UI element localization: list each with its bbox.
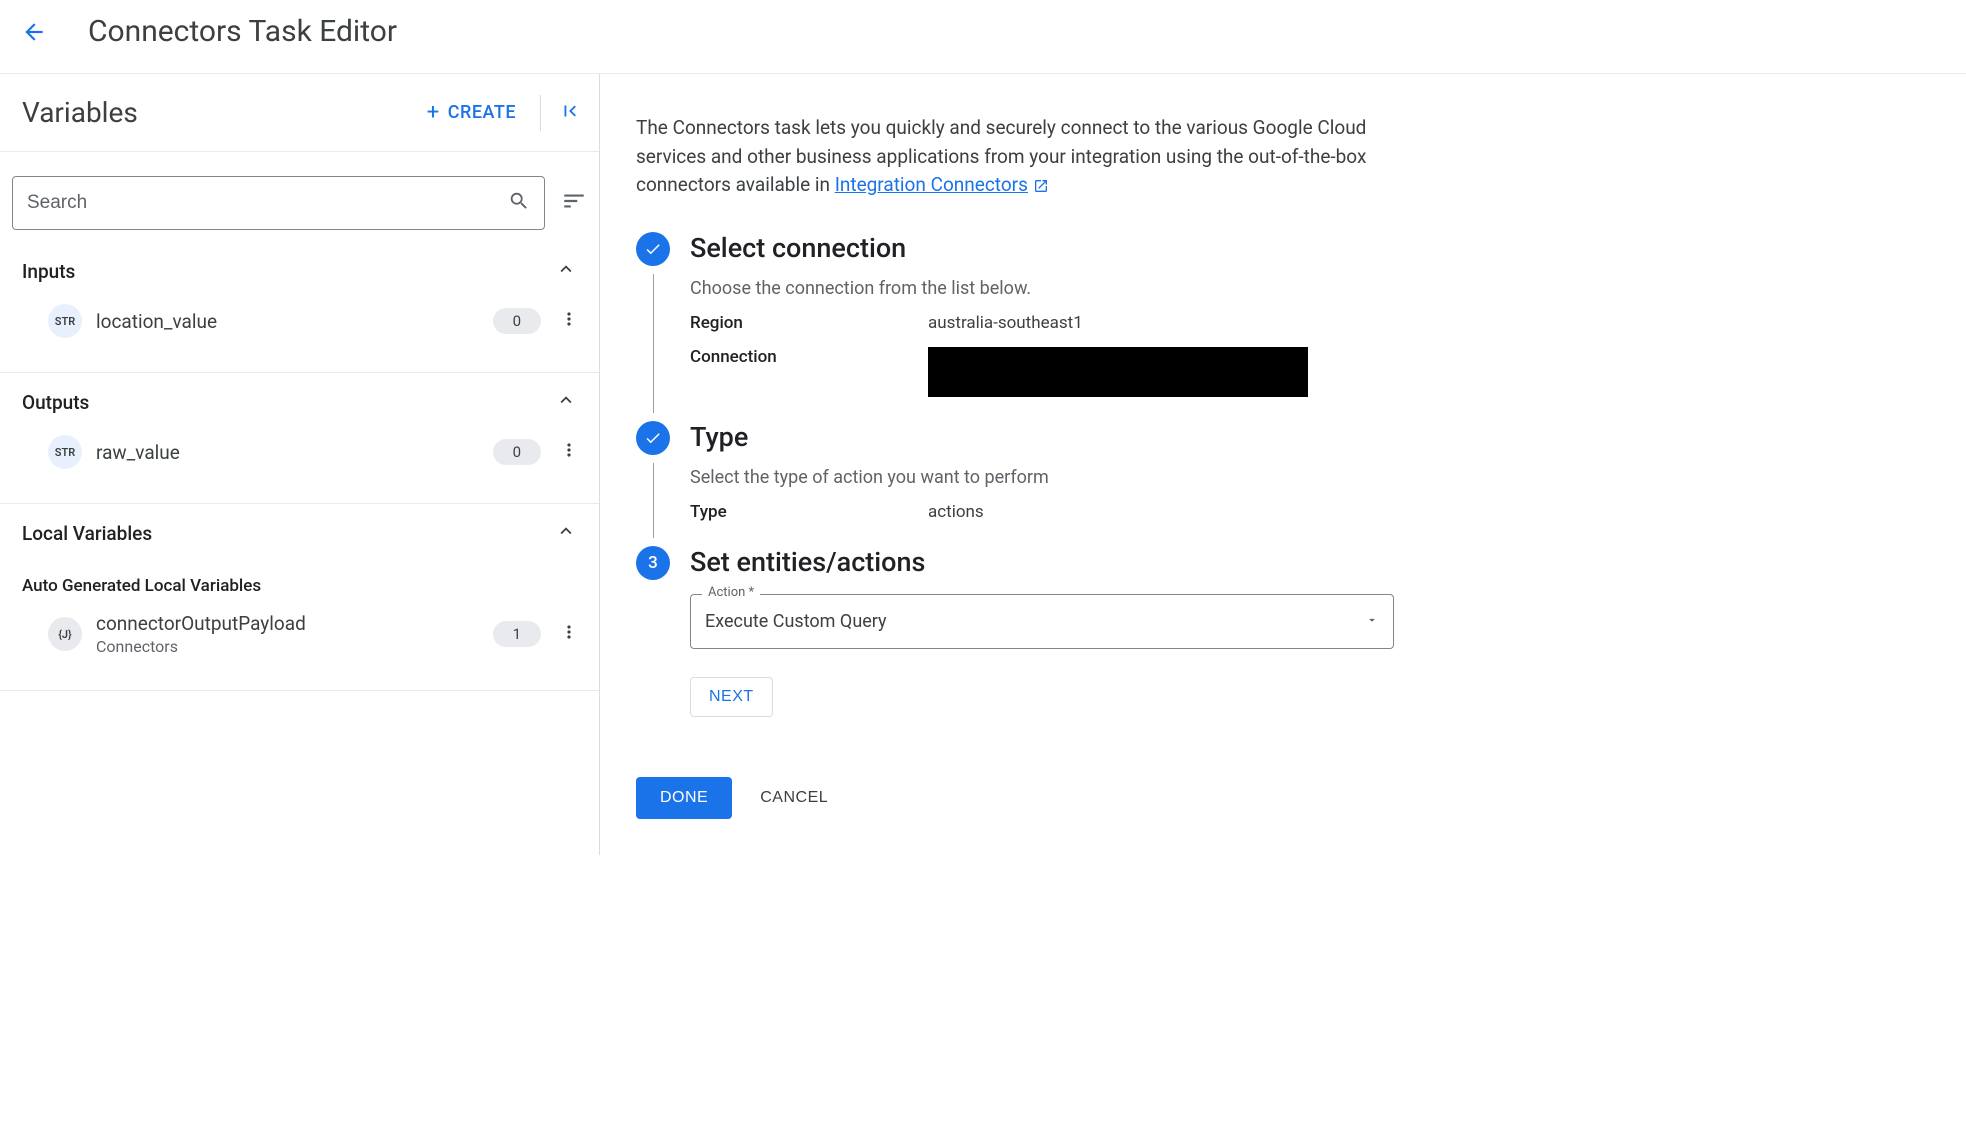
open-in-new-icon (1033, 173, 1049, 196)
local-variables-section-header[interactable]: Local Variables (0, 504, 599, 556)
intro-text: The Connectors task lets you quickly and… (636, 114, 1396, 200)
next-button[interactable]: NEXT (690, 677, 773, 717)
variable-subtitle: Connectors (96, 637, 479, 656)
auto-generated-label: Auto Generated Local Variables (0, 556, 599, 602)
variable-row[interactable]: {J} connectorOutputPayload Connectors 1 (0, 602, 599, 666)
variable-row[interactable]: STR location_value 0 (0, 294, 599, 348)
cancel-button[interactable]: CANCEL (760, 789, 828, 807)
outputs-section-header[interactable]: Outputs (0, 373, 599, 425)
check-icon (644, 429, 662, 447)
create-variable-button[interactable]: + CREATE (415, 92, 528, 133)
local-variables-label: Local Variables (22, 522, 555, 545)
step-number: 3 (636, 546, 670, 580)
search-icon (508, 190, 530, 216)
inputs-section-header[interactable]: Inputs (0, 242, 599, 294)
dropdown-caret-icon (1365, 611, 1379, 632)
action-value: Execute Custom Query (705, 611, 1365, 632)
more-vert-icon (559, 622, 579, 642)
region-label: Region (690, 313, 928, 333)
search-box[interactable] (12, 176, 545, 230)
done-button[interactable]: DONE (636, 777, 732, 819)
variable-name: connectorOutputPayload (96, 612, 479, 635)
more-vert-icon (559, 440, 579, 460)
collapse-panel-button[interactable] (553, 94, 587, 132)
step-type: Type Select the type of action you want … (636, 421, 1930, 546)
more-vert-icon (559, 309, 579, 329)
variable-more-button[interactable] (555, 305, 583, 337)
connection-label: Connection (690, 347, 928, 367)
reference-count-pill: 0 (493, 439, 541, 465)
step-subtitle: Select the type of action you want to pe… (690, 467, 1930, 488)
check-icon (644, 240, 662, 258)
type-value: actions (928, 502, 984, 522)
step-set-entities-actions: 3 Set entities/actions Action * Execute … (636, 546, 1930, 741)
chevron-up-icon (555, 520, 577, 546)
reference-count-pill: 1 (493, 621, 541, 647)
plus-icon: + (427, 100, 440, 125)
create-label: CREATE (448, 102, 516, 123)
step-title: Set entities/actions (690, 546, 1930, 578)
type-badge-json: {J} (48, 617, 82, 651)
variables-title: Variables (22, 96, 415, 129)
inputs-label: Inputs (22, 260, 555, 283)
outputs-label: Outputs (22, 391, 555, 414)
step-subtitle: Choose the connection from the list belo… (690, 278, 1930, 299)
connection-value-redacted (928, 347, 1308, 397)
variable-row[interactable]: STR raw_value 0 (0, 425, 599, 479)
filter-list-icon (561, 188, 587, 214)
filter-button[interactable] (561, 188, 587, 218)
search-input[interactable] (27, 192, 508, 214)
page-title: Connectors Task Editor (88, 14, 397, 49)
action-dropdown[interactable]: Execute Custom Query (690, 594, 1394, 649)
variable-more-button[interactable] (555, 436, 583, 468)
chevron-up-icon (555, 389, 577, 415)
step-title: Select connection (690, 232, 1930, 264)
step-select-connection: Select connection Choose the connection … (636, 232, 1930, 421)
region-value: australia-southeast1 (928, 313, 1083, 333)
top-header: Connectors Task Editor (0, 0, 1966, 74)
variables-panel: Variables + CREATE Inputs (0, 74, 600, 855)
action-field-label: Action * (702, 585, 760, 600)
step-complete-icon (636, 421, 670, 455)
type-badge-str: STR (48, 435, 82, 469)
divider (540, 95, 541, 131)
connector-config-panel: The Connectors task lets you quickly and… (600, 74, 1966, 855)
integration-connectors-link[interactable]: Integration Connectors (835, 173, 1028, 196)
step-complete-icon (636, 232, 670, 266)
type-label: Type (690, 502, 928, 522)
chevron-up-icon (555, 258, 577, 284)
step-title: Type (690, 421, 1930, 453)
variable-name: location_value (96, 310, 479, 333)
reference-count-pill: 0 (493, 308, 541, 334)
arrow-left-icon (21, 19, 47, 45)
back-arrow-button[interactable] (20, 18, 48, 46)
type-badge-str: STR (48, 304, 82, 338)
variable-more-button[interactable] (555, 618, 583, 650)
collapse-left-icon (559, 100, 581, 122)
variable-name: raw_value (96, 441, 479, 464)
